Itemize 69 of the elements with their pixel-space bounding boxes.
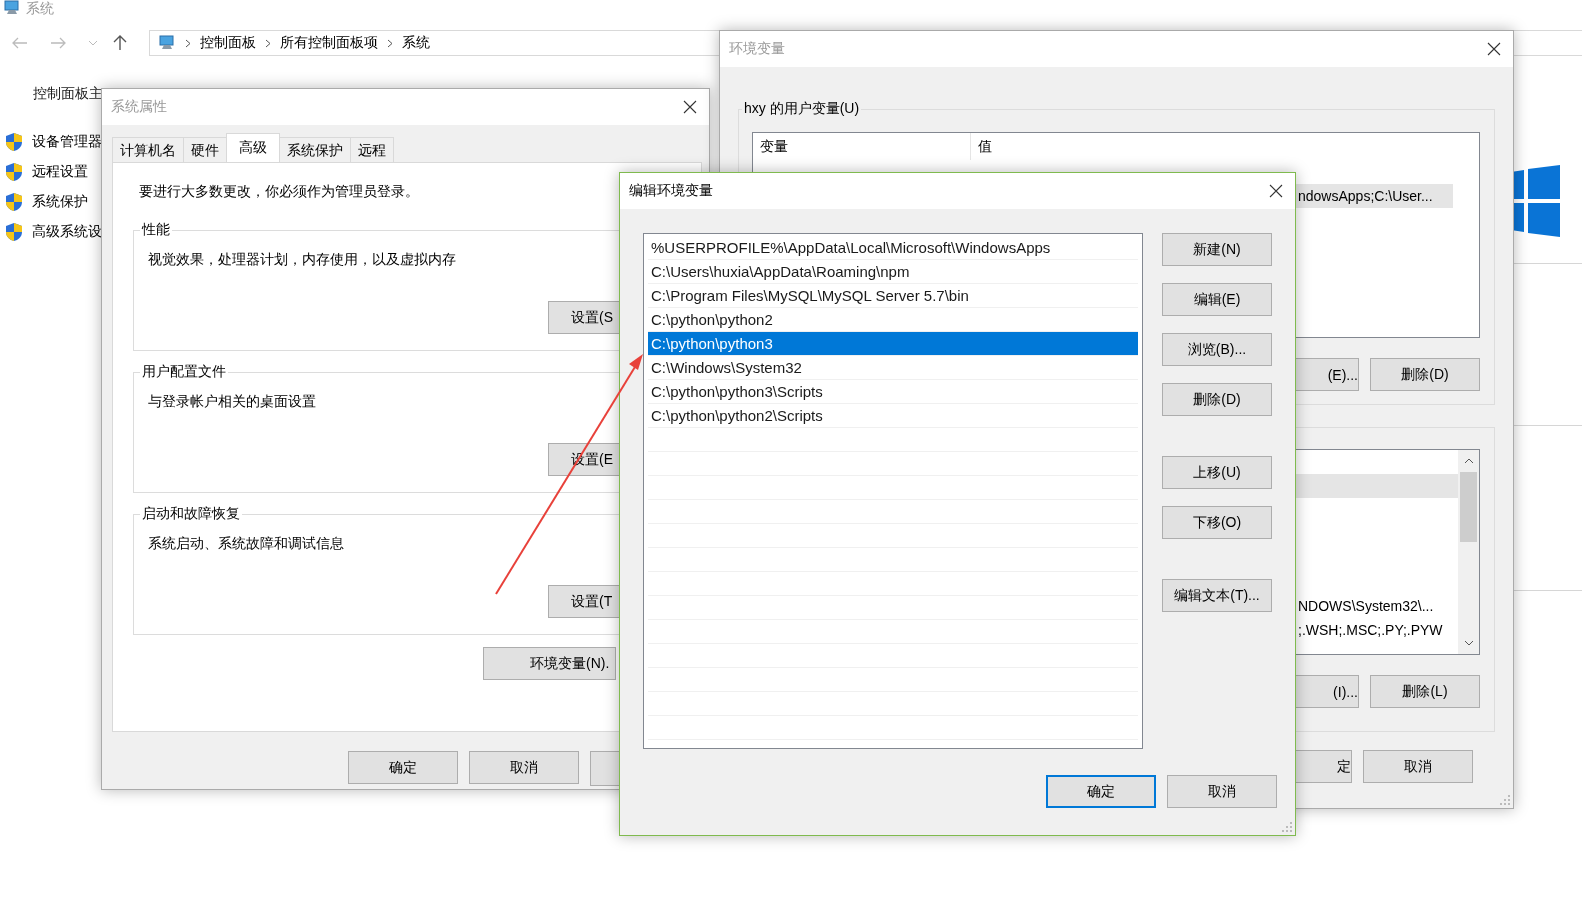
group-title: hxy 的用户变量(U) — [743, 100, 861, 118]
list-item[interactable]: C:\Program Files\MySQL\MySQL Server 5.7\bin — [648, 284, 1138, 308]
notice-text: 要进行大多数更改，你必须作为管理员登录。 — [139, 183, 419, 201]
button[interactable]: 上移(U) — [1162, 456, 1272, 489]
sidebar-link[interactable]: 设备管理器 — [32, 133, 102, 151]
column-header[interactable]: 变量 — [753, 133, 971, 160]
scroll-thumb[interactable] — [1460, 472, 1477, 542]
button[interactable]: 新建(N) — [1162, 233, 1272, 266]
button[interactable]: 删除(D) — [1162, 383, 1272, 416]
up-arrow-icon — [113, 35, 127, 51]
shield-icon — [5, 192, 23, 212]
sidebar-link[interactable]: 远程设置 — [32, 163, 88, 181]
column-header[interactable]: 值 — [971, 133, 992, 160]
list-item[interactable]: C:\python\python3 — [648, 332, 1138, 356]
list-item[interactable]: C:\python\python3\Scripts — [648, 380, 1138, 404]
list-item[interactable]: C:\python\python2\Scripts — [648, 404, 1138, 428]
button[interactable]: 编辑(E) — [1162, 283, 1272, 316]
tab[interactable]: 远程 — [350, 137, 394, 162]
description-text: 视觉效果，处理器计划，内存使用，以及虚拟内存 — [148, 251, 457, 269]
tab[interactable]: 高级 — [226, 133, 280, 162]
computer-icon — [158, 35, 176, 51]
close-icon — [1269, 184, 1283, 198]
caret-icon — [88, 40, 98, 46]
button[interactable]: 环境变量(N). — [483, 647, 616, 680]
chevron-icon — [185, 38, 191, 48]
resize-grip-icon — [1500, 795, 1510, 805]
window-title: 系统属性 — [111, 98, 167, 116]
resize-grip-icon — [1282, 822, 1292, 832]
list-item[interactable]: C:\Windows\System32 — [648, 356, 1138, 380]
description-text: 系统启动、系统故障和调试信息 — [148, 535, 345, 553]
table-cell-text: ;.WSH;.MSC;.PY;.PYW — [1298, 621, 1443, 640]
button[interactable]: 浏览(B)... — [1162, 333, 1272, 366]
breadcrumb-item[interactable]: 控制面板 — [200, 34, 256, 52]
window-title: 环境变量 — [729, 40, 785, 58]
list-item[interactable]: C:\Users\huxia\AppData\Roaming\npm — [648, 260, 1138, 284]
button[interactable]: 删除(L) — [1370, 675, 1480, 708]
button[interactable]: 取消 — [1167, 775, 1277, 808]
tab[interactable]: 计算机名 — [112, 137, 184, 162]
button[interactable]: 编辑文本(T)... — [1162, 579, 1272, 612]
button[interactable]: 下移(O) — [1162, 506, 1272, 539]
button[interactable]: 取消 — [1363, 750, 1473, 783]
chevron-icon — [265, 38, 271, 48]
close-icon — [683, 100, 697, 114]
forward-arrow-icon — [50, 37, 66, 49]
shield-icon — [5, 222, 23, 242]
chevron-icon — [387, 38, 393, 48]
group-title: 用户配置文件 — [141, 363, 227, 381]
close-icon — [1487, 42, 1501, 56]
sidebar-link[interactable]: 高级系统设 — [32, 223, 102, 241]
computer-icon — [3, 0, 21, 16]
shield-icon — [5, 162, 23, 182]
window-title: 系统 — [26, 1, 54, 15]
shield-icon — [5, 132, 23, 152]
button[interactable]: 确定 — [1046, 775, 1156, 808]
table-cell-text: ndowsApps;C:\User... — [1298, 187, 1433, 206]
scrollbar[interactable] — [1458, 450, 1479, 654]
scroll-up-icon — [1463, 458, 1474, 464]
breadcrumb-item[interactable]: 所有控制面板项 — [280, 34, 378, 52]
group-title: 启动和故障恢复 — [141, 505, 241, 523]
list-item[interactable]: %USERPROFILE%\AppData\Local\Microsoft\WindowsApps — [648, 236, 1138, 260]
sidebar-link[interactable]: 系统保护 — [32, 193, 88, 211]
breadcrumb-item[interactable]: 系统 — [402, 34, 430, 52]
group-title: 性能 — [140, 221, 171, 239]
scroll-down-icon — [1463, 640, 1474, 646]
button[interactable]: 取消 — [469, 751, 579, 784]
button[interactable]: 确定 — [348, 751, 458, 784]
back-arrow-icon — [12, 37, 28, 49]
button[interactable]: 删除(D) — [1370, 358, 1480, 391]
window-title: 编辑环境变量 — [629, 182, 713, 200]
